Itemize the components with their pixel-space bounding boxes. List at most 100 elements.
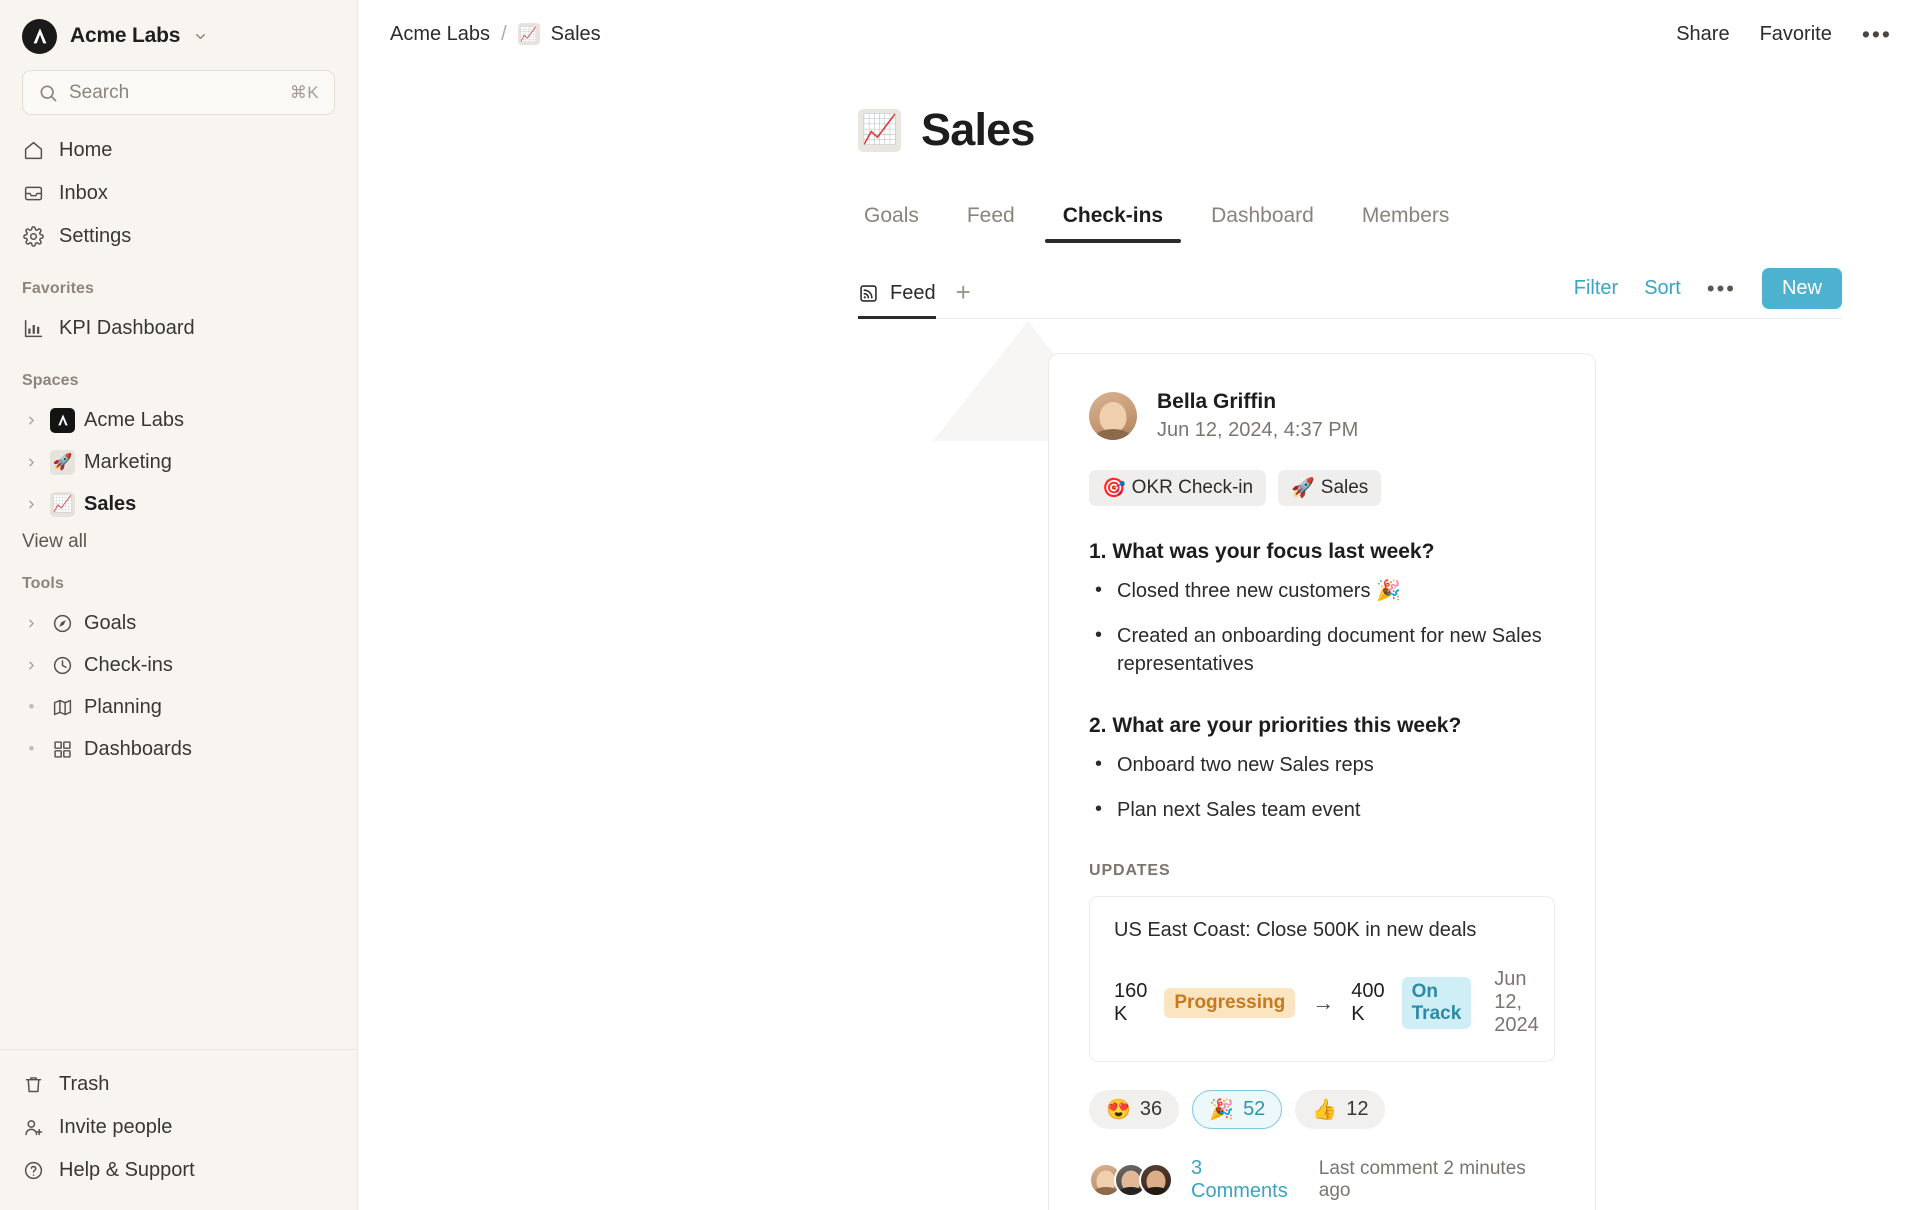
sidebar-item-settings[interactable]: Settings <box>22 215 335 258</box>
sidebar-item-check-ins[interactable]: Check-ins <box>0 644 357 686</box>
chart-increasing-emoji-icon: 📈 <box>858 108 901 152</box>
search-input[interactable]: Search ⌘K <box>22 70 335 115</box>
favorites-list: KPI Dashboard <box>0 307 357 350</box>
rss-icon <box>858 283 879 304</box>
sidebar-item-goals[interactable]: Goals <box>0 602 357 644</box>
chart-increasing-emoji-icon: 📈 <box>517 23 540 45</box>
sidebar-item-dashboards[interactable]: • Dashboards <box>0 728 357 770</box>
tab-goals[interactable]: Goals <box>858 204 943 243</box>
tag-okr-check-in[interactable]: 🎯 OKR Check-in <box>1089 470 1267 507</box>
search-icon <box>38 83 58 103</box>
tab-dashboard[interactable]: Dashboard <box>1187 204 1338 243</box>
sidebar-footer: Trash Invite people Help & Support <box>0 1049 357 1210</box>
page-tabs: Goals Feed Check-ins Dashboard Members <box>858 204 1920 243</box>
comments-row: 3 Comments Last comment 2 minutes ago <box>1089 1157 1555 1203</box>
reaction-thumbs-up[interactable]: 👍 12 <box>1295 1090 1386 1130</box>
answer-item: Created an onboarding document for new S… <box>1089 621 1555 678</box>
space-logo-icon <box>50 407 75 433</box>
trash-icon <box>22 1073 45 1096</box>
reaction-heart-eyes[interactable]: 😍 36 <box>1089 1090 1180 1130</box>
more-options-icon[interactable]: ••• <box>1862 22 1892 46</box>
sidebar-item-planning[interactable]: • Planning <box>0 686 357 728</box>
thumbs-up-emoji-icon: 👍 <box>1312 1099 1338 1122</box>
question-title: 2. What are your priorities this week? <box>1089 714 1462 738</box>
chevron-right-icon[interactable] <box>22 659 41 672</box>
sidebar-item-label: Check-ins <box>84 653 173 676</box>
breadcrumb-root[interactable]: Acme Labs <box>390 23 490 46</box>
sidebar-item-kpi-dashboard[interactable]: KPI Dashboard <box>22 307 335 350</box>
chevron-right-icon[interactable] <box>22 456 41 469</box>
tag-label: OKR Check-in <box>1131 477 1254 499</box>
sidebar-space-label: Marketing <box>84 450 172 473</box>
tab-members[interactable]: Members <box>1338 204 1474 243</box>
sidebar-item-inbox[interactable]: Inbox <box>22 172 335 215</box>
home-icon <box>22 139 45 162</box>
sidebar-space-sales[interactable]: 📈 Sales <box>0 483 357 525</box>
map-icon <box>50 697 75 718</box>
question-title: 1. What was your focus last week? <box>1089 540 1435 564</box>
avatar[interactable] <box>1139 1163 1173 1198</box>
chevron-right-icon[interactable] <box>22 414 41 427</box>
inbox-icon <box>22 182 45 205</box>
sidebar-item-trash[interactable]: Trash <box>0 1063 357 1106</box>
search-placeholder: Search <box>69 81 130 103</box>
sidebar-item-label: Invite people <box>59 1116 173 1138</box>
chevron-down-icon[interactable] <box>193 29 208 44</box>
post-body: 1. What was your focus last week? Closed… <box>1089 540 1555 824</box>
view-tab-feed[interactable]: Feed <box>858 282 936 319</box>
sidebar-item-label: Settings <box>59 225 132 247</box>
sidebar-item-help-support[interactable]: Help & Support <box>0 1149 357 1192</box>
reaction-party-popper[interactable]: 🎉 52 <box>1192 1090 1283 1130</box>
feed-list: Bella Griffin Jun 12, 2024, 4:37 PM 🎯 OK… <box>1048 353 1596 1210</box>
sidebar-item-home[interactable]: Home <box>22 129 335 172</box>
post-timestamp: Jun 12, 2024, 4:37 PM <box>1157 419 1359 442</box>
avatar[interactable] <box>1089 392 1137 441</box>
tab-feed[interactable]: Feed <box>943 204 1039 243</box>
chevron-right-icon[interactable] <box>22 498 41 511</box>
breadcrumb-current[interactable]: Sales <box>551 23 601 46</box>
chevron-right-icon[interactable] <box>22 617 41 630</box>
answer-list: Onboard two new Sales reps Plan next Sal… <box>1089 750 1555 824</box>
sidebar-item-label: Inbox <box>59 182 108 204</box>
answer-list: Closed three new customers 🎉 Created an … <box>1089 576 1555 678</box>
update-card[interactable]: US East Coast: Close 500K in new deals 1… <box>1089 896 1555 1063</box>
spaces-view-all-link[interactable]: View all <box>0 525 357 553</box>
sidebar-item-label: Dashboards <box>84 737 192 760</box>
sidebar-space-marketing[interactable]: 🚀 Marketing <box>0 441 357 483</box>
user-plus-icon <box>22 1116 45 1139</box>
workspace-name: Acme Labs <box>70 24 181 47</box>
sidebar-item-label: Home <box>59 139 113 161</box>
main-content: Acme Labs / 📈 Sales Share Favorite ••• 📈… <box>358 0 1920 1210</box>
favorite-button[interactable]: Favorite <box>1760 23 1832 46</box>
compass-icon <box>50 613 75 634</box>
sort-button[interactable]: Sort <box>1644 277 1681 300</box>
party-popper-emoji-icon: 🎉 <box>1209 1099 1235 1122</box>
update-title: US East Coast: Close 500K in new deals <box>1114 919 1477 942</box>
tab-check-ins[interactable]: Check-ins <box>1039 204 1187 243</box>
more-options-icon[interactable]: ••• <box>1707 277 1736 300</box>
rocket-emoji-icon: 🚀 <box>50 449 75 475</box>
answer-item: Closed three new customers 🎉 <box>1089 576 1555 605</box>
sidebar-item-label: KPI Dashboard <box>59 317 195 339</box>
commenter-avatar-stack <box>1089 1163 1173 1198</box>
workspace-switcher[interactable]: Acme Labs <box>22 0 335 66</box>
breadcrumb-separator: / <box>501 22 507 45</box>
sidebar-item-invite-people[interactable]: Invite people <box>0 1106 357 1149</box>
comments-link[interactable]: 3 Comments <box>1191 1157 1301 1203</box>
share-button[interactable]: Share <box>1676 23 1729 46</box>
search-shortcut: ⌘K <box>289 82 319 102</box>
sidebar-space-acme-labs[interactable]: Acme Labs <box>0 399 357 441</box>
app-root: Acme Labs Search ⌘K Home Inbox Settings … <box>0 0 1920 1210</box>
filter-button[interactable]: Filter <box>1574 277 1618 300</box>
post-tags: 🎯 OKR Check-in 🚀 Sales <box>1089 470 1555 507</box>
view-toolbar-actions: Filter Sort ••• New <box>1574 268 1842 318</box>
section-label-tools: Tools <box>22 575 64 592</box>
new-button[interactable]: New <box>1761 268 1842 309</box>
update-date: Jun 12, 2024 <box>1494 968 1539 1037</box>
bullet-dot-icon: • <box>28 739 35 758</box>
add-view-button[interactable]: + <box>956 279 971 318</box>
primary-nav: Home Inbox Settings <box>0 129 357 258</box>
sidebar-space-label: Acme Labs <box>84 408 185 431</box>
clock-icon <box>50 655 75 676</box>
tag-sales[interactable]: 🚀 Sales <box>1278 470 1382 507</box>
